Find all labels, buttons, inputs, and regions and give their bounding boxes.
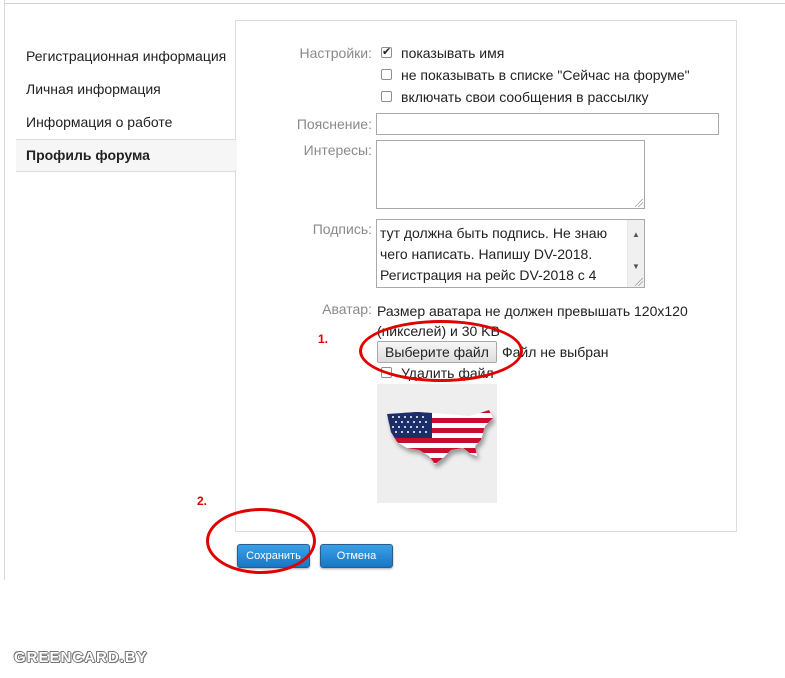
explanation-label: Пояснение:: [296, 116, 372, 132]
include-mailing-label: включать свои сообщения в рассылку: [401, 89, 649, 105]
sidebar-item-work-info[interactable]: Информация о работе: [16, 106, 236, 139]
annotation-circle-2: [206, 508, 316, 574]
include-mailing-checkbox[interactable]: [381, 91, 392, 102]
signature-text: тут должна быть подпись. Не знаю чего на…: [380, 225, 608, 283]
avatar-label: Аватар:: [322, 301, 372, 317]
interests-label: Интересы:: [303, 142, 372, 158]
cancel-button[interactable]: Отмена: [320, 544, 393, 568]
hide-online-label: не показывать в списке "Сейчас на форуме…: [401, 67, 690, 83]
signature-textarea[interactable]: тут должна быть подпись. Не знаю чего на…: [376, 219, 645, 288]
resize-handle[interactable]: [635, 199, 643, 207]
annotation-circle-1: [359, 320, 523, 382]
show-name-label: показывать имя: [401, 45, 505, 61]
annotation-marker-2: 2.: [197, 494, 208, 508]
annotation-marker-1: 1.: [318, 332, 329, 346]
profile-sidebar: Регистрационная информация Личная информ…: [16, 40, 236, 172]
avatar-image: [377, 384, 497, 503]
sidebar-item-forum-profile[interactable]: Профиль форума: [16, 139, 236, 172]
sidebar-item-personal-info[interactable]: Личная информация: [16, 73, 236, 106]
scroll-down-arrow-icon[interactable]: ▼: [632, 256, 640, 277]
signature-scrollbar[interactable]: ▲ ▼: [627, 220, 644, 287]
resize-handle[interactable]: [635, 278, 643, 286]
explanation-input[interactable]: [376, 113, 719, 135]
interests-textarea[interactable]: [376, 140, 645, 209]
left-border: [4, 0, 5, 580]
scroll-up-arrow-icon[interactable]: ▲: [632, 224, 640, 245]
settings-label: Настройки:: [299, 45, 372, 61]
usa-flag-map-image: [387, 410, 493, 464]
show-name-checkbox[interactable]: [381, 45, 392, 58]
top-border: [4, 0, 785, 4]
watermark-logo: GREENCARD.BY: [14, 649, 148, 666]
hide-online-checkbox[interactable]: [381, 69, 392, 80]
sidebar-item-registration-info[interactable]: Регистрационная информация: [16, 40, 236, 73]
signature-label: Подпись:: [312, 221, 372, 237]
